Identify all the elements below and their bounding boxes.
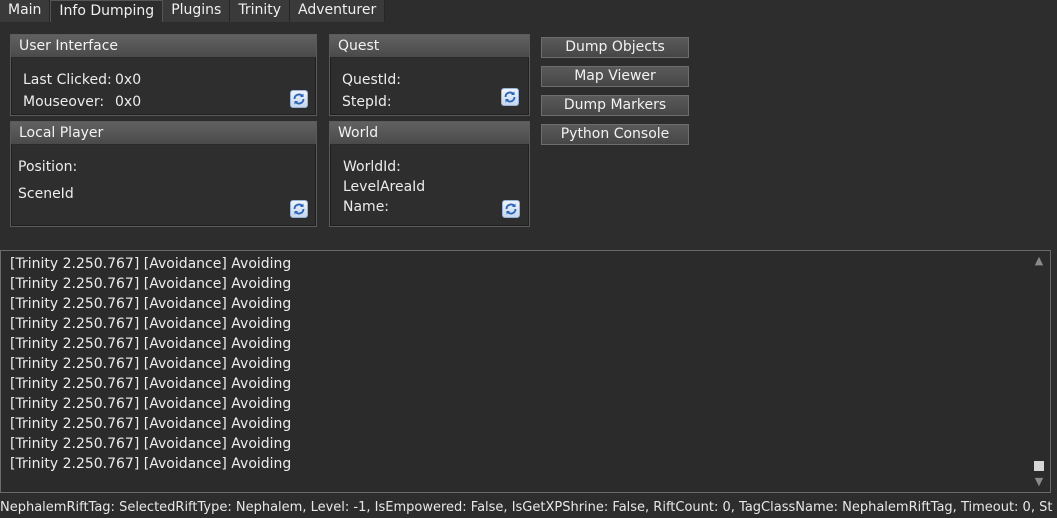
quest-panel: Quest QuestId: StepId:: [329, 34, 530, 116]
log-output[interactable]: [Trinity 2.250.767] [Avoidance] Avoiding…: [0, 250, 1051, 493]
world-name-label: Name:: [343, 199, 390, 215]
last-clicked-label: Last Clicked:: [23, 72, 112, 88]
user-interface-panel-title: User Interface: [11, 35, 316, 58]
local-player-panel: Local Player Position: SceneId: [10, 121, 317, 227]
level-area-id-label: LevelAreaId: [343, 179, 426, 195]
local-player-panel-title: Local Player: [11, 122, 316, 145]
refresh-icon[interactable]: [501, 88, 519, 106]
step-id-label: StepId:: [342, 94, 392, 110]
scene-id-label: SceneId: [18, 186, 74, 202]
tab-bar: Main Info Dumping Plugins Trinity Advent…: [0, 0, 1057, 22]
scroll-up-icon[interactable]: ▲: [1032, 255, 1046, 267]
log-line: [Trinity 2.250.767] [Avoidance] Avoiding: [10, 256, 292, 272]
last-clicked-value: 0x0: [115, 72, 142, 88]
log-line: [Trinity 2.250.767] [Avoidance] Avoiding: [10, 456, 292, 472]
log-line: [Trinity 2.250.767] [Avoidance] Avoiding: [10, 356, 292, 372]
scroll-thumb[interactable]: [1034, 461, 1044, 471]
log-line: [Trinity 2.250.767] [Avoidance] Avoiding: [10, 276, 292, 292]
log-line: [Trinity 2.250.767] [Avoidance] Avoiding: [10, 376, 292, 392]
status-bar: NephalemRiftTag: SelectedRiftType: Nepha…: [0, 498, 1057, 518]
tab-main[interactable]: Main: [0, 0, 51, 22]
user-interface-panel: User Interface Last Clicked: 0x0 Mouseov…: [10, 34, 317, 116]
refresh-icon[interactable]: [502, 200, 520, 218]
world-panel: World WorldId: LevelAreaId Name:: [329, 121, 530, 227]
dump-markers-button[interactable]: Dump Markers: [541, 95, 689, 116]
tab-info-dumping[interactable]: Info Dumping: [50, 0, 164, 22]
log-line: [Trinity 2.250.767] [Avoidance] Avoiding: [10, 296, 292, 312]
tab-plugins[interactable]: Plugins: [163, 0, 231, 22]
mouseover-label: Mouseover:: [23, 94, 105, 110]
world-panel-title: World: [330, 122, 529, 145]
refresh-icon[interactable]: [290, 90, 308, 108]
scroll-down-icon[interactable]: ▼: [1032, 476, 1046, 488]
log-lines: [Trinity 2.250.767] [Avoidance] Avoiding…: [10, 254, 1026, 474]
refresh-icon[interactable]: [290, 200, 308, 218]
dump-objects-button[interactable]: Dump Objects: [541, 37, 689, 58]
log-line: [Trinity 2.250.767] [Avoidance] Avoiding: [10, 436, 292, 452]
log-line: [Trinity 2.250.767] [Avoidance] Avoiding: [10, 416, 292, 432]
log-line: [Trinity 2.250.767] [Avoidance] Avoiding: [10, 336, 292, 352]
python-console-button[interactable]: Python Console: [541, 124, 689, 145]
quest-panel-title: Quest: [330, 35, 529, 58]
quest-id-label: QuestId:: [342, 72, 402, 88]
mouseover-value: 0x0: [115, 94, 142, 110]
tab-trinity[interactable]: Trinity: [230, 0, 291, 22]
map-viewer-button[interactable]: Map Viewer: [541, 66, 689, 87]
tab-adventurer[interactable]: Adventurer: [290, 0, 386, 22]
log-line: [Trinity 2.250.767] [Avoidance] Avoiding: [10, 316, 292, 332]
log-scrollbar[interactable]: ▲ ▼: [1032, 255, 1046, 488]
log-line: [Trinity 2.250.767] [Avoidance] Avoiding: [10, 396, 292, 412]
position-label: Position:: [18, 159, 78, 175]
world-id-label: WorldId:: [343, 159, 401, 175]
